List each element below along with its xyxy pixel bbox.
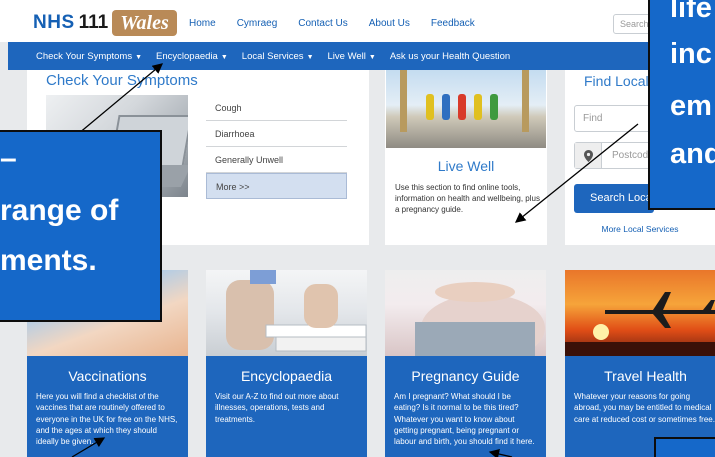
card-title[interactable]: Pregnancy Guide [385, 368, 546, 384]
nhs-111-wales-logo[interactable]: NHS 111 Wales [33, 10, 177, 36]
nav-label: Encyclopaedia [156, 50, 218, 62]
main-nav: Check Your Symptoms ▼ Encyclopaedia ▼ Loca… [8, 42, 715, 70]
nav-local-services[interactable]: Local Services ▼ [242, 51, 328, 62]
symptom-item-diarrhoea[interactable]: Diarrhoea [206, 121, 347, 147]
pillar-shape [400, 70, 407, 132]
card-text: Visit our A-Z to find out more about ill… [215, 392, 339, 424]
card-title[interactable]: Encyclopaedia [206, 368, 367, 384]
callout-line: and [670, 138, 715, 170]
nav-live-well[interactable]: Live Well ▼ [328, 51, 390, 62]
travel-health-card[interactable]: Travel Health Whatever your reasons for … [565, 270, 715, 457]
person-figure [426, 94, 434, 120]
top-links: Home Cymraeg Contact Us About Us Feedbac… [189, 18, 496, 29]
logo-nhs-text: NHS [33, 12, 75, 33]
callout-box-right: life inc em and [648, 0, 715, 210]
callout-line: range of [0, 194, 119, 227]
pillar-shape [522, 70, 529, 132]
find-service-input[interactable]: Find [574, 105, 654, 132]
check-symptoms-title[interactable]: Check Your Symptoms [46, 72, 198, 89]
pregnancy-guide-card[interactable]: Pregnancy Guide Am I pregnant? What shou… [385, 270, 546, 457]
pregnancy-photo [385, 270, 546, 356]
live-well-photo[interactable] [386, 70, 546, 148]
callout-line: ments. [0, 244, 97, 277]
person-figure [490, 94, 498, 120]
callout-line: life [670, 0, 712, 24]
location-pin-icon [575, 143, 602, 168]
nav-encyclopaedia[interactable]: Encyclopaedia ▼ [156, 51, 242, 62]
logo-wales-badge: Wales [112, 10, 177, 36]
home-link[interactable]: Home [189, 18, 216, 29]
callout-line: em [670, 90, 712, 122]
nav-label: Check Your Symptoms [36, 50, 133, 62]
contact-us-link[interactable]: Contact Us [298, 18, 347, 29]
nav-check-your-symptoms[interactable]: Check Your Symptoms ▼ [8, 51, 156, 62]
symptom-list: Cough Diarrhoea Generally Unwell More >> [206, 95, 347, 199]
symptom-item-cough[interactable]: Cough [206, 95, 347, 121]
encyclopaedia-photo [206, 270, 367, 356]
find-local-title: Find Local [584, 73, 649, 89]
caret-down-icon: ▼ [306, 53, 314, 61]
callout-box-left: – range of ments. [0, 130, 162, 322]
more-local-services-link[interactable]: More Local Services [565, 224, 715, 234]
nav-label: Local Services [241, 50, 304, 62]
symptom-item-generally-unwell[interactable]: Generally Unwell [206, 147, 347, 173]
caret-down-icon: ▼ [220, 53, 228, 61]
postcode-input-group[interactable]: Postcode [574, 142, 654, 169]
search-local-services-button[interactable]: Search Local Services [574, 184, 654, 213]
nav-label: Live Well [327, 50, 366, 62]
card-text: Whatever your reasons for going abroad, … [574, 392, 715, 424]
card-text: Am I pregnant? What should I be eating? … [394, 392, 535, 447]
person-figure [474, 94, 482, 120]
person-figure [458, 94, 466, 120]
card-title[interactable]: Travel Health [565, 368, 715, 384]
live-well-description: Use this section to find online tools, i… [395, 183, 540, 214]
callout-line: inc [670, 38, 712, 70]
logo-number-text: 111 [78, 12, 109, 33]
live-well-title[interactable]: Live Well [386, 158, 546, 174]
encyclopaedia-card[interactable]: Encyclopaedia Visit our A-Z to find out … [206, 270, 367, 457]
callout-line: – [0, 142, 17, 175]
symptom-more-button[interactable]: More >> [206, 173, 347, 199]
feedback-link[interactable]: Feedback [431, 18, 475, 29]
caret-down-icon: ▼ [135, 53, 143, 61]
card-text: Here you will find a checklist of the va… [36, 392, 178, 447]
travel-photo [565, 270, 715, 356]
nav-ask-health-question[interactable]: Ask us your Health Question [390, 51, 524, 62]
card-title[interactable]: Vaccinations [27, 368, 188, 384]
cymraeg-link[interactable]: Cymraeg [237, 18, 278, 29]
callout-box-bottom [654, 437, 715, 457]
top-header: NHS 111 Wales Home Cymraeg Contact Us Ab… [0, 0, 715, 42]
caret-down-icon: ▼ [368, 53, 376, 61]
about-us-link[interactable]: About Us [369, 18, 410, 29]
person-figure [442, 94, 450, 120]
